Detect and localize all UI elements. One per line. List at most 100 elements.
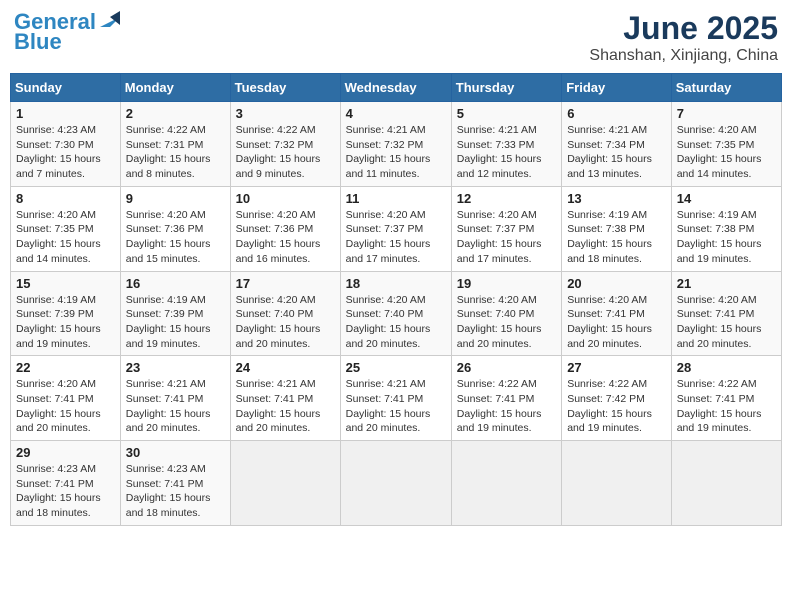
day-number: 8 [16,191,115,206]
day-info: Sunrise: 4:23 AM Sunset: 7:30 PM Dayligh… [16,123,115,182]
calendar-cell: 4 Sunrise: 4:21 AM Sunset: 7:32 PM Daylig… [340,102,451,187]
calendar-cell [562,441,672,526]
calendar-cell [671,441,781,526]
month-title: June 2025 [589,10,778,47]
day-number: 20 [567,276,666,291]
location-subtitle: Shanshan, Xinjiang, China [589,47,778,65]
day-info: Sunrise: 4:20 AM Sunset: 7:40 PM Dayligh… [236,293,335,352]
day-number: 18 [346,276,446,291]
logo-wing-icon [98,9,120,31]
calendar-cell: 2Sunrise: 4:22 AM Sunset: 7:31 PM Daylig… [120,102,230,187]
calendar-cell: 15Sunrise: 4:19 AM Sunset: 7:39 PM Dayli… [11,271,121,356]
calendar-cell: 3 Sunrise: 4:22 AM Sunset: 7:32 PM Daylig… [230,102,340,187]
calendar-cell: 28 Sunrise: 4:22 AM Sunset: 7:41 PM Dayli… [671,356,781,441]
day-number: 16 [126,276,225,291]
calendar-week-2: 8 Sunrise: 4:20 AM Sunset: 7:35 PM Daylig… [11,186,782,271]
calendar-week-1: 1Sunrise: 4:23 AM Sunset: 7:30 PM Daylig… [11,102,782,187]
weekday-header-tuesday: Tuesday [230,74,340,102]
day-info: Sunrise: 4:23 AM Sunset: 7:41 PM Dayligh… [16,462,115,521]
day-number: 6 [567,106,666,121]
day-number: 15 [16,276,115,291]
calendar-cell: 5 Sunrise: 4:21 AM Sunset: 7:33 PM Daylig… [451,102,561,187]
day-info: Sunrise: 4:21 AM Sunset: 7:33 PM Dayligh… [457,123,556,182]
calendar-cell: 18 Sunrise: 4:20 AM Sunset: 7:40 PM Dayli… [340,271,451,356]
day-number: 13 [567,191,666,206]
day-info: Sunrise: 4:20 AM Sunset: 7:41 PM Dayligh… [677,293,776,352]
day-info: Sunrise: 4:21 AM Sunset: 7:41 PM Dayligh… [236,377,335,436]
day-number: 12 [457,191,556,206]
day-number: 30 [126,445,225,460]
day-number: 10 [236,191,335,206]
weekday-header-sunday: Sunday [11,74,121,102]
day-info: Sunrise: 4:22 AM Sunset: 7:42 PM Dayligh… [567,377,666,436]
day-number: 7 [677,106,776,121]
weekday-header-wednesday: Wednesday [340,74,451,102]
day-number: 28 [677,360,776,375]
calendar-week-4: 22 Sunrise: 4:20 AM Sunset: 7:41 PM Dayli… [11,356,782,441]
day-number: 21 [677,276,776,291]
day-info: Sunrise: 4:21 AM Sunset: 7:41 PM Dayligh… [346,377,446,436]
day-info: Sunrise: 4:21 AM Sunset: 7:32 PM Dayligh… [346,123,446,182]
calendar-cell: 7 Sunrise: 4:20 AM Sunset: 7:35 PM Daylig… [671,102,781,187]
calendar-table: SundayMondayTuesdayWednesdayThursdayFrid… [10,73,782,526]
title-block: June 2025 Shanshan, Xinjiang, China [589,10,778,65]
calendar-cell: 20 Sunrise: 4:20 AM Sunset: 7:41 PM Dayli… [562,271,672,356]
day-info: Sunrise: 4:22 AM Sunset: 7:41 PM Dayligh… [677,377,776,436]
day-number: 22 [16,360,115,375]
day-info: Sunrise: 4:20 AM Sunset: 7:40 PM Dayligh… [346,293,446,352]
day-info: Sunrise: 4:22 AM Sunset: 7:32 PM Dayligh… [236,123,335,182]
day-info: Sunrise: 4:20 AM Sunset: 7:40 PM Dayligh… [457,293,556,352]
day-number: 24 [236,360,335,375]
calendar-cell: 24 Sunrise: 4:21 AM Sunset: 7:41 PM Dayli… [230,356,340,441]
calendar-cell: 12 Sunrise: 4:20 AM Sunset: 7:37 PM Dayli… [451,186,561,271]
day-number: 23 [126,360,225,375]
calendar-cell: 21 Sunrise: 4:20 AM Sunset: 7:41 PM Dayli… [671,271,781,356]
day-info: Sunrise: 4:20 AM Sunset: 7:36 PM Dayligh… [126,208,225,267]
day-info: Sunrise: 4:20 AM Sunset: 7:37 PM Dayligh… [457,208,556,267]
calendar-header-row: SundayMondayTuesdayWednesdayThursdayFrid… [11,74,782,102]
calendar-cell: 14 Sunrise: 4:19 AM Sunset: 7:38 PM Dayli… [671,186,781,271]
weekday-header-monday: Monday [120,74,230,102]
calendar-cell [230,441,340,526]
day-number: 9 [126,191,225,206]
calendar-cell: 11 Sunrise: 4:20 AM Sunset: 7:37 PM Dayli… [340,186,451,271]
day-info: Sunrise: 4:19 AM Sunset: 7:38 PM Dayligh… [567,208,666,267]
calendar-cell: 9 Sunrise: 4:20 AM Sunset: 7:36 PM Daylig… [120,186,230,271]
day-info: Sunrise: 4:20 AM Sunset: 7:41 PM Dayligh… [16,377,115,436]
day-number: 19 [457,276,556,291]
day-info: Sunrise: 4:20 AM Sunset: 7:41 PM Dayligh… [567,293,666,352]
day-number: 29 [16,445,115,460]
day-info: Sunrise: 4:22 AM Sunset: 7:31 PM Dayligh… [126,123,225,182]
weekday-header-thursday: Thursday [451,74,561,102]
calendar-week-5: 29 Sunrise: 4:23 AM Sunset: 7:41 PM Dayli… [11,441,782,526]
day-info: Sunrise: 4:21 AM Sunset: 7:41 PM Dayligh… [126,377,225,436]
calendar-cell: 16 Sunrise: 4:19 AM Sunset: 7:39 PM Dayli… [120,271,230,356]
day-number: 5 [457,106,556,121]
weekday-header-saturday: Saturday [671,74,781,102]
calendar-cell: 10 Sunrise: 4:20 AM Sunset: 7:36 PM Dayli… [230,186,340,271]
day-info: Sunrise: 4:19 AM Sunset: 7:38 PM Dayligh… [677,208,776,267]
calendar-cell: 29 Sunrise: 4:23 AM Sunset: 7:41 PM Dayli… [11,441,121,526]
calendar-cell: 30Sunrise: 4:23 AM Sunset: 7:41 PM Dayli… [120,441,230,526]
calendar-cell [451,441,561,526]
day-info: Sunrise: 4:20 AM Sunset: 7:36 PM Dayligh… [236,208,335,267]
calendar-cell [340,441,451,526]
day-number: 4 [346,106,446,121]
calendar-cell: 1Sunrise: 4:23 AM Sunset: 7:30 PM Daylig… [11,102,121,187]
calendar-cell: 22 Sunrise: 4:20 AM Sunset: 7:41 PM Dayli… [11,356,121,441]
calendar-cell: 26Sunrise: 4:22 AM Sunset: 7:41 PM Dayli… [451,356,561,441]
day-number: 3 [236,106,335,121]
day-number: 11 [346,191,446,206]
day-number: 17 [236,276,335,291]
day-info: Sunrise: 4:20 AM Sunset: 7:35 PM Dayligh… [16,208,115,267]
logo: General Blue [14,10,120,54]
day-info: Sunrise: 4:20 AM Sunset: 7:35 PM Dayligh… [677,123,776,182]
calendar-cell: 8 Sunrise: 4:20 AM Sunset: 7:35 PM Daylig… [11,186,121,271]
calendar-cell: 25Sunrise: 4:21 AM Sunset: 7:41 PM Dayli… [340,356,451,441]
calendar-cell: 13 Sunrise: 4:19 AM Sunset: 7:38 PM Dayli… [562,186,672,271]
calendar-cell: 23 Sunrise: 4:21 AM Sunset: 7:41 PM Dayli… [120,356,230,441]
day-number: 14 [677,191,776,206]
day-info: Sunrise: 4:20 AM Sunset: 7:37 PM Dayligh… [346,208,446,267]
day-number: 27 [567,360,666,375]
day-info: Sunrise: 4:19 AM Sunset: 7:39 PM Dayligh… [126,293,225,352]
